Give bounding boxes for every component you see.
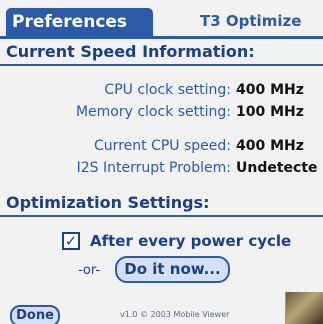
app-logo-image [285,292,323,324]
form-title: Preferences [6,8,153,37]
current-cpu-speed-row: Current CPU speed: 400 MHz [0,138,323,160]
speed-info-heading: Current Speed Information: [6,42,255,61]
speed-info-divider [0,64,323,66]
cpu-clock-label: CPU clock setting: [104,82,231,98]
do-it-now-button[interactable]: Do it now... [115,256,230,283]
power-cycle-label[interactable]: After every power cycle [90,232,291,250]
optimization-divider [0,215,323,217]
app-name: T3 Optimize [200,12,302,30]
current-cpu-speed-label: Current CPU speed: [94,138,231,154]
i2s-interrupt-label: I2S Interrupt Problem: [76,160,231,176]
optimization-heading: Optimization Settings: [6,193,210,212]
done-button[interactable]: Done [10,305,60,324]
title-bar: Preferences T3 Optimize [0,6,323,39]
memory-clock-row: Memory clock setting: 100 MHz [0,104,323,126]
i2s-interrupt-row: I2S Interrupt Problem: Undetecte [0,160,323,182]
current-cpu-speed-value: 400 MHz [236,138,304,154]
memory-clock-value: 100 MHz [236,104,304,120]
power-cycle-checkbox[interactable]: ✓ [62,232,80,250]
version-copyright: v1.0 © 2003 Mobile Viewer [120,310,230,319]
i2s-interrupt-value: Undetecte [236,160,318,176]
memory-clock-label: Memory clock setting: [75,104,231,120]
cpu-clock-value: 400 MHz [236,82,304,98]
cpu-clock-row: CPU clock setting: 400 MHz [0,82,323,104]
or-separator: -or- [78,263,101,278]
title-divider [0,36,323,39]
